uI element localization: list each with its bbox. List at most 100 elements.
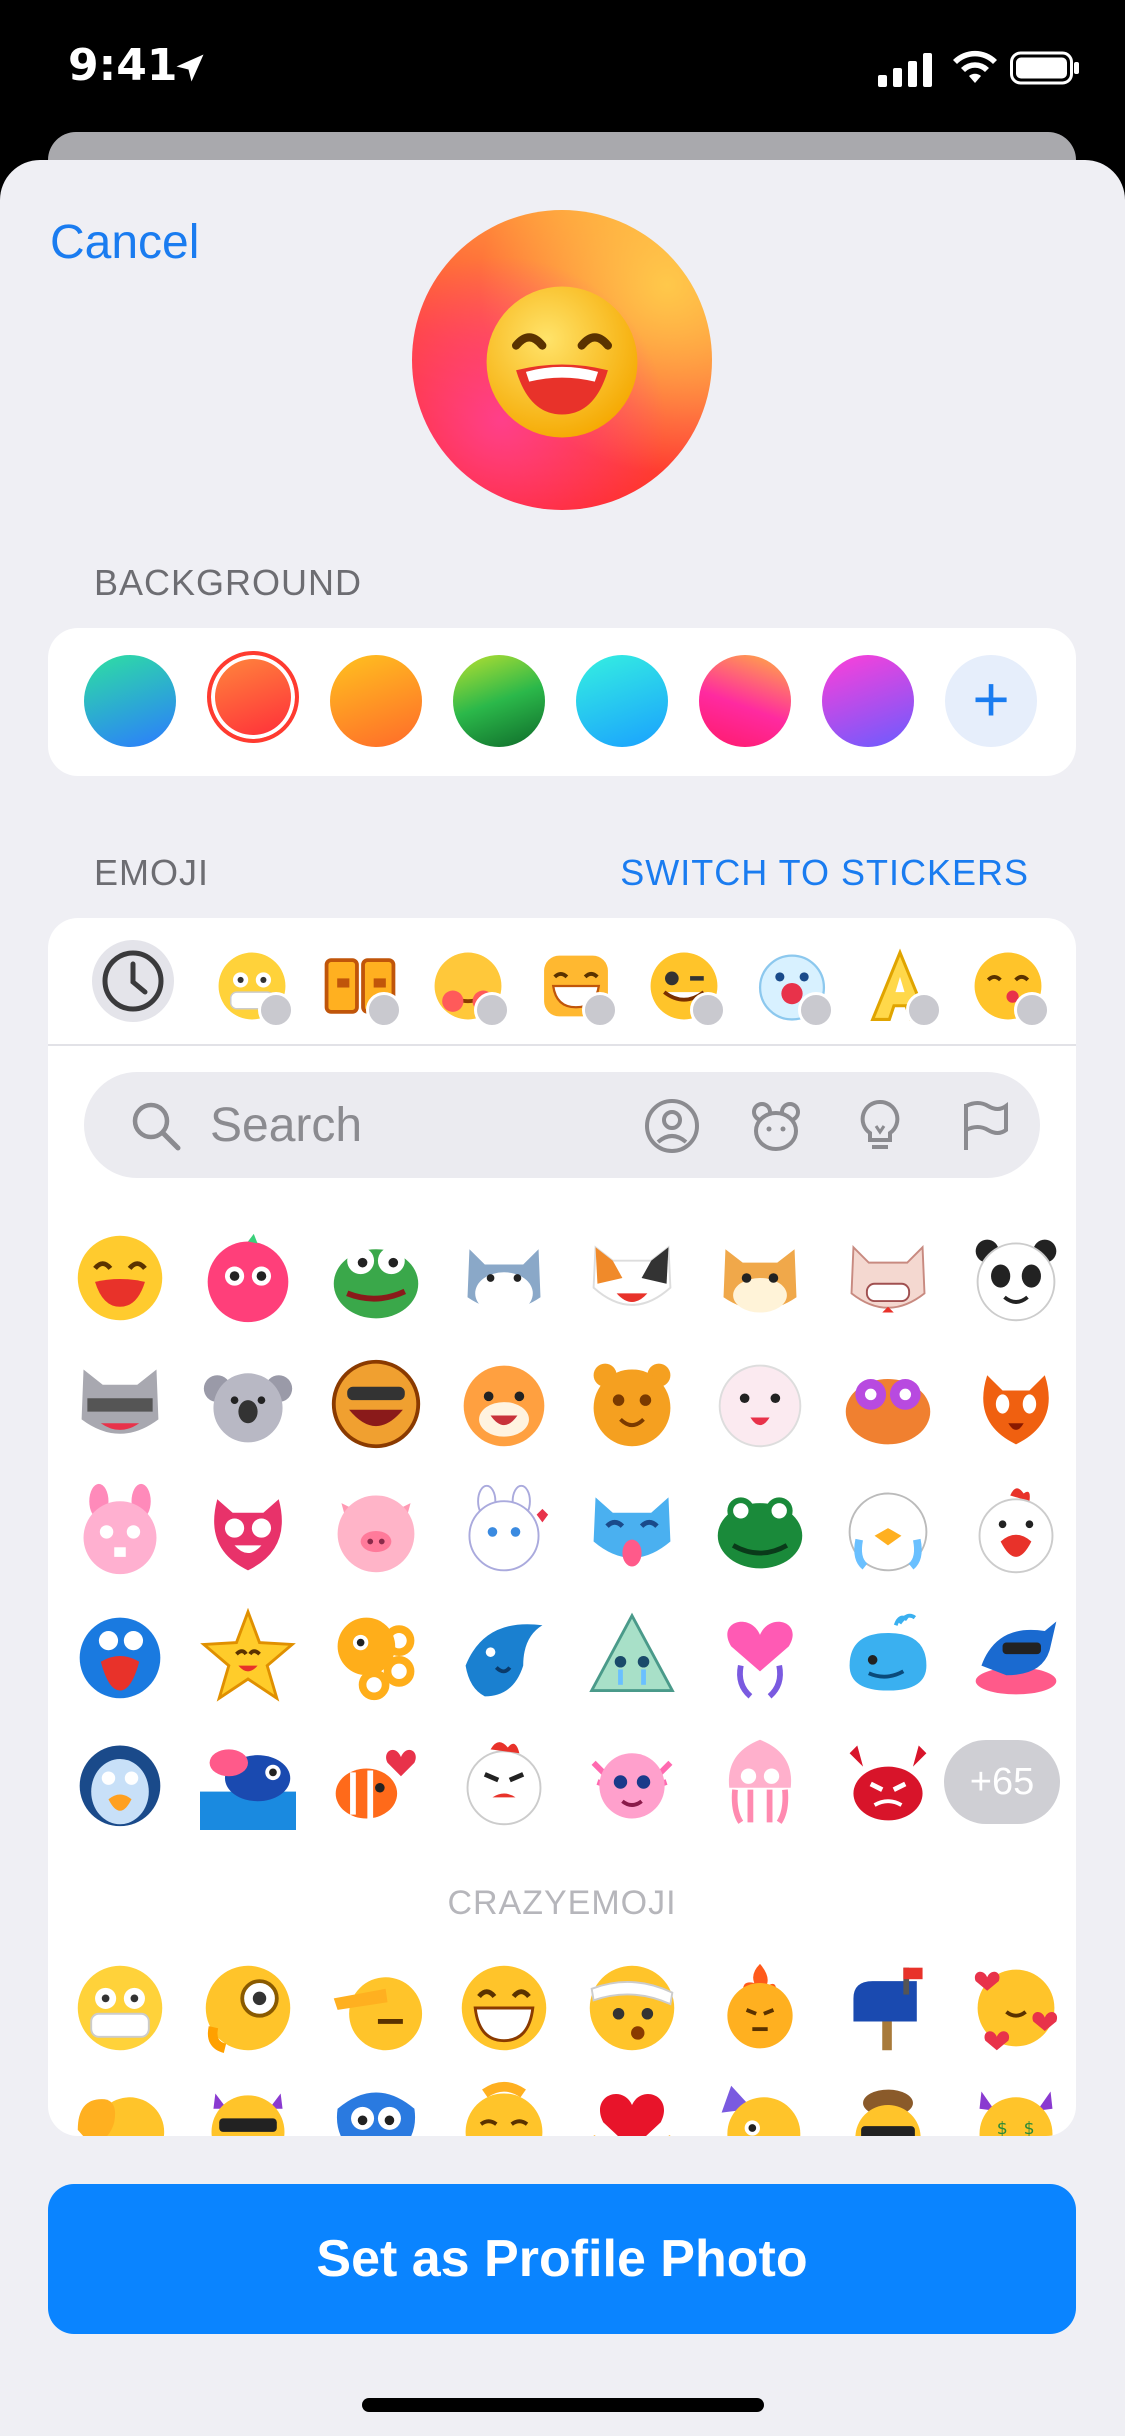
- emoji-picker: Search +65 CRAZYEMOJI $ $: [48, 918, 1076, 2136]
- emoji-search-bar[interactable]: Search: [84, 1072, 1040, 1178]
- blue-bird-emoji[interactable]: [72, 1608, 168, 1704]
- pack-tab-gg[interactable]: [322, 948, 402, 1028]
- heart-jellyfish-emoji[interactable]: [712, 1608, 808, 1704]
- ear-face-emoji[interactable]: [72, 2080, 168, 2136]
- axolotl-emoji[interactable]: [584, 1734, 680, 1830]
- bunny-face-emoji[interactable]: [72, 1482, 168, 1578]
- search-icon: [132, 1102, 181, 1151]
- shiba-dog-emoji[interactable]: [712, 1230, 808, 1326]
- heart-in-hands-emoji[interactable]: [584, 2080, 680, 2136]
- pig-face-emoji[interactable]: [328, 1482, 424, 1578]
- panda-face-emoji[interactable]: [968, 1230, 1064, 1326]
- background-picker: +: [48, 628, 1076, 776]
- swatch-red-orange[interactable]: [207, 651, 299, 743]
- raccoon-face-emoji[interactable]: [72, 1356, 168, 1452]
- devil-sunglasses-emoji[interactable]: [200, 2080, 296, 2136]
- laughing-face-emoji[interactable]: [72, 1230, 168, 1326]
- gummy-bear-emoji[interactable]: [584, 1356, 680, 1452]
- swatch-cyan[interactable]: [576, 655, 668, 747]
- bandaged-face-emoji[interactable]: [584, 1960, 680, 2056]
- laughing-tears-emoji[interactable]: [328, 1356, 424, 1452]
- fish-tongue-emoji[interactable]: [200, 1734, 296, 1830]
- angry-crab-emoji[interactable]: [840, 1734, 936, 1830]
- add-pack-badge: [474, 992, 510, 1028]
- pack-tab-winking[interactable]: [646, 948, 726, 1028]
- swatch-purple[interactable]: [822, 655, 914, 747]
- party-face-emoji[interactable]: [712, 2080, 808, 2136]
- koala-face-emoji[interactable]: [200, 1356, 296, 1452]
- googly-eyes-emoji[interactable]: [840, 1356, 936, 1452]
- mask-face-emoji[interactable]: [72, 1960, 168, 2056]
- crying-squid-emoji[interactable]: [712, 1734, 808, 1830]
- add-pack-badge: [1014, 992, 1050, 1028]
- orca-sunglasses-emoji[interactable]: [968, 1608, 1064, 1704]
- laughing-emoji-icon: [486, 286, 638, 438]
- grinning-face-emoji[interactable]: [456, 1960, 552, 2056]
- grinning-cat-emoji[interactable]: [840, 1230, 936, 1326]
- pink-monster-emoji[interactable]: [200, 1482, 296, 1578]
- mailbox-emoji[interactable]: [840, 1960, 936, 2056]
- fire-head-emoji[interactable]: [712, 1960, 808, 2056]
- whale-emoji[interactable]: [840, 1608, 936, 1704]
- blue-eyes-emoji[interactable]: [328, 2080, 424, 2136]
- add-pack-badge: [582, 992, 618, 1028]
- wifi-icon: [953, 50, 997, 83]
- pack-tab-letter-a[interactable]: [862, 948, 942, 1028]
- cowboy-sunglasses-emoji[interactable]: [840, 2080, 936, 2136]
- swatch-green[interactable]: [453, 655, 545, 747]
- hearts-face-emoji[interactable]: [968, 1960, 1064, 2056]
- money-devil-emoji[interactable]: $ $: [968, 2080, 1064, 2136]
- penguin-emoji[interactable]: [72, 1734, 168, 1830]
- smiley-category-icon[interactable]: [642, 1096, 702, 1156]
- calico-cat-emoji[interactable]: [584, 1230, 680, 1326]
- switch-to-stickers-button[interactable]: SWITCH TO STICKERS: [620, 852, 1029, 894]
- seal-face-emoji[interactable]: [712, 1356, 808, 1452]
- svg-text:$: $: [1024, 2119, 1035, 2136]
- star-face-emoji[interactable]: [200, 1608, 296, 1704]
- cancel-button[interactable]: Cancel: [50, 215, 199, 270]
- tiger-face-emoji[interactable]: [456, 1356, 552, 1452]
- husky-face-emoji[interactable]: [456, 1230, 552, 1326]
- pack-tab-bubble[interactable]: [754, 948, 834, 1028]
- blue-cat-tongue-emoji[interactable]: [584, 1482, 680, 1578]
- pink-blob-emoji[interactable]: [200, 1230, 296, 1326]
- status-time: 9:41: [68, 40, 178, 91]
- pack-tab-square-smile[interactable]: [538, 948, 618, 1028]
- orange-creature-emoji[interactable]: [968, 1356, 1064, 1452]
- monocle-face-emoji[interactable]: [200, 1960, 296, 2056]
- more-emoji-badge[interactable]: +65: [944, 1740, 1060, 1824]
- swatch-green-blue[interactable]: [84, 655, 176, 747]
- status-bar: 9:41: [0, 0, 1125, 140]
- cellular-signal-icon: [878, 53, 932, 87]
- avatar-preview: [412, 210, 712, 510]
- background-section-label: BACKGROUND: [94, 562, 363, 603]
- triangle-crying-emoji[interactable]: [584, 1608, 680, 1704]
- crying-chick-emoji[interactable]: [840, 1482, 936, 1578]
- add-background-button[interactable]: +: [945, 655, 1037, 747]
- green-frog-emoji[interactable]: [712, 1482, 808, 1578]
- lightbulb-category-icon[interactable]: [850, 1096, 910, 1156]
- angry-rooster-emoji[interactable]: [456, 1734, 552, 1830]
- octopus-emoji[interactable]: [328, 1608, 424, 1704]
- home-indicator: [362, 2398, 764, 2412]
- relieved-face-emoji[interactable]: [456, 2080, 552, 2136]
- clownfish-heart-emoji[interactable]: [328, 1734, 424, 1830]
- search-placeholder: Search: [210, 1099, 363, 1152]
- swatch-orange[interactable]: [330, 655, 422, 747]
- frog-face-emoji[interactable]: [328, 1230, 424, 1326]
- pack-tab-kiss[interactable]: [970, 948, 1050, 1028]
- chicken-face-emoji[interactable]: [968, 1482, 1064, 1578]
- svg-text:$: $: [997, 2119, 1008, 2136]
- flag-category-icon[interactable]: [954, 1096, 1014, 1156]
- dolphin-emoji[interactable]: [456, 1608, 552, 1704]
- bunny-hearts-emoji[interactable]: [456, 1482, 552, 1578]
- set-as-profile-photo-button[interactable]: Set as Profile Photo: [48, 2184, 1076, 2334]
- salute-face-emoji[interactable]: [328, 1960, 424, 2056]
- clock-icon: [102, 950, 164, 1012]
- add-pack-badge: [258, 992, 294, 1028]
- swatch-pink[interactable]: [699, 655, 791, 747]
- pack-tab-heart-hands[interactable]: [430, 948, 510, 1028]
- pack-tab-crazyemoji[interactable]: [214, 948, 294, 1028]
- recent-tab[interactable]: [92, 940, 174, 1022]
- animals-category-icon[interactable]: [746, 1096, 806, 1156]
